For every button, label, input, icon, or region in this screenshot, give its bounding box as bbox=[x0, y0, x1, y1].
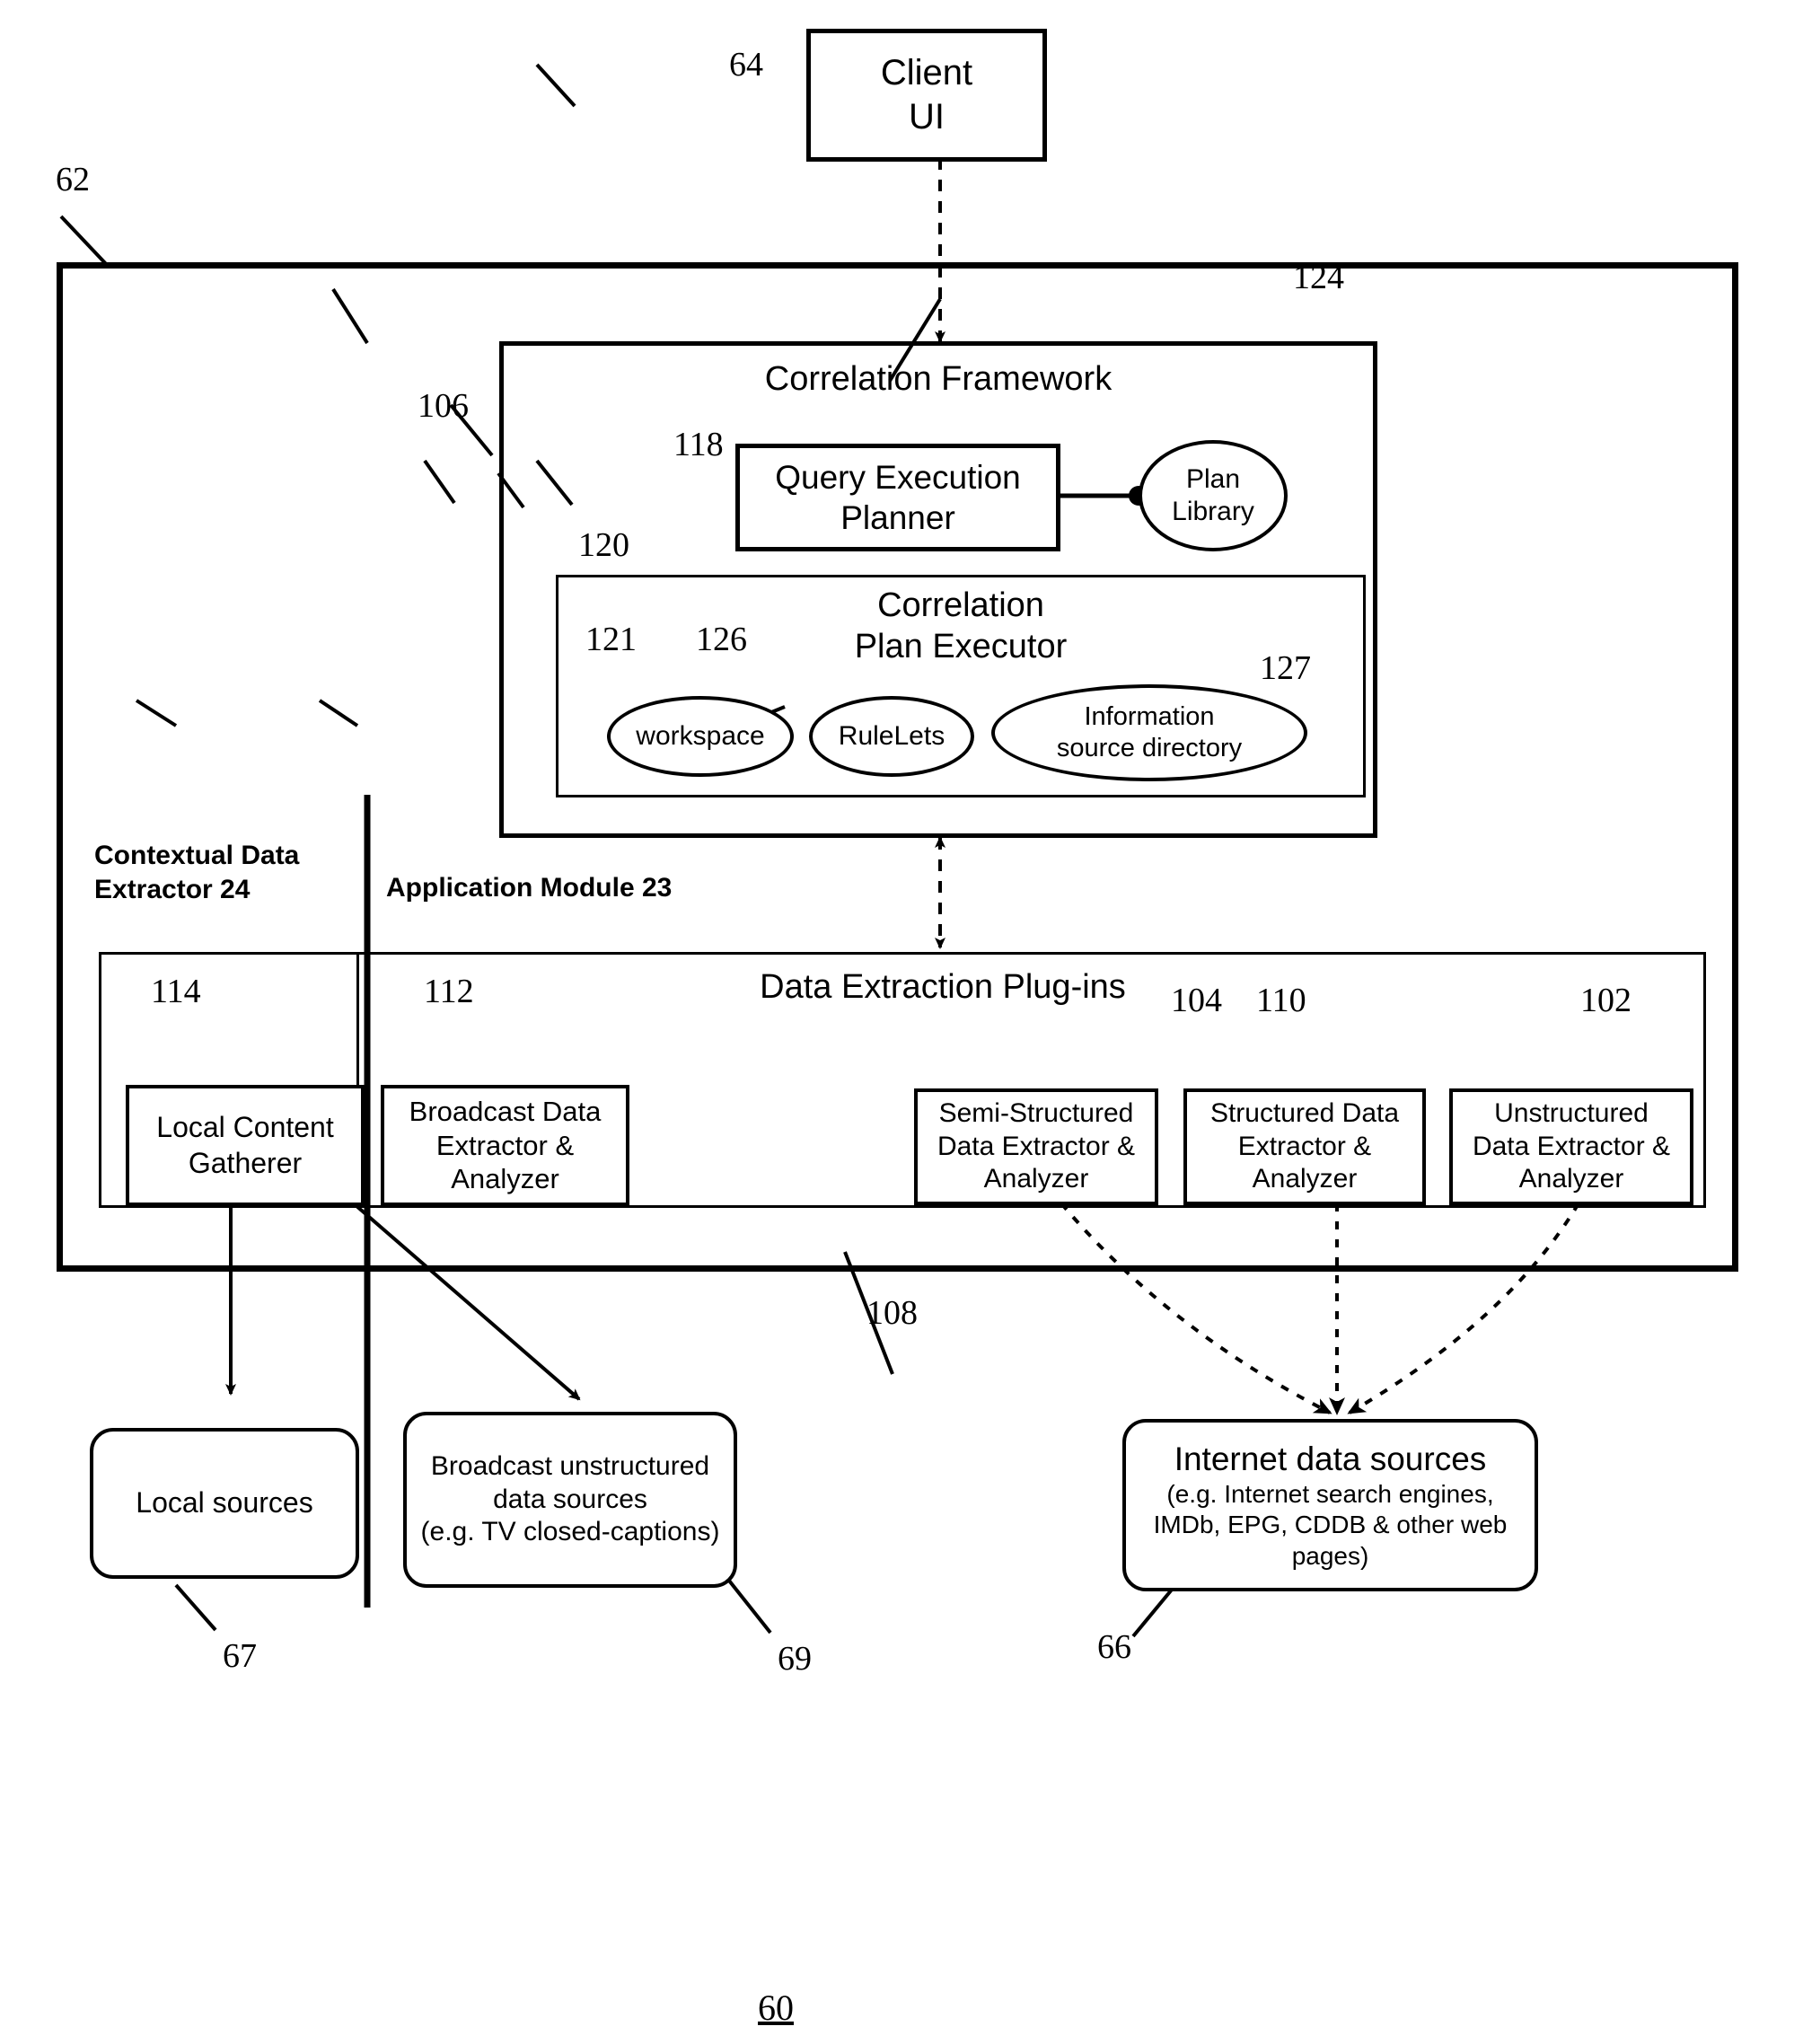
ref-110: 110 bbox=[1256, 982, 1306, 1019]
plan-library-label: Plan Library bbox=[1172, 464, 1254, 526]
contextual-data-extractor-label: Contextual Data Extractor 24 bbox=[94, 841, 300, 904]
ref-102: 102 bbox=[1580, 982, 1631, 1019]
ref-118: 118 bbox=[673, 426, 724, 463]
correlation-framework-title: Correlation Framework bbox=[764, 360, 1113, 398]
ref-120: 120 bbox=[578, 526, 629, 564]
correlation-plan-executor-title: Correlation Plan Executor bbox=[854, 586, 1068, 665]
data-extraction-plugins-title: Data Extraction Plug-ins bbox=[760, 968, 1126, 1006]
workspace-ellipse[interactable]: workspace bbox=[607, 696, 794, 777]
broadcast-sources-line-1: Broadcast unstructured bbox=[430, 1451, 710, 1482]
semi-structured-extractor-label: Semi-Structured Data Extractor & Analyze… bbox=[937, 1098, 1136, 1194]
query-execution-planner-label: Query Execution Planner bbox=[775, 458, 1021, 536]
query-execution-planner-box[interactable]: Query Execution Planner bbox=[735, 444, 1060, 551]
leader-66 bbox=[1131, 1588, 1174, 1638]
ref-62: 62 bbox=[56, 161, 90, 198]
local-sources-box[interactable]: Local sources bbox=[90, 1428, 359, 1579]
ref-67: 67 bbox=[223, 1637, 257, 1675]
ref-121: 121 bbox=[585, 621, 637, 658]
local-content-gatherer-label: Local Content Gatherer bbox=[156, 1111, 334, 1179]
leader-62 bbox=[59, 215, 110, 268]
broadcast-sources-box[interactable]: Broadcast unstructured data sources (e.g… bbox=[403, 1412, 737, 1588]
rulelets-ellipse[interactable]: RuleLets bbox=[809, 696, 974, 777]
internet-sources-line-2: (e.g. Internet search engines, bbox=[1166, 1480, 1494, 1509]
ref-126: 126 bbox=[696, 621, 747, 658]
broadcast-data-extractor-box[interactable]: Broadcast Data Extractor & Analyzer bbox=[381, 1085, 629, 1206]
patent-figure-60: Client UI 64 62 Correlation Framework 10… bbox=[0, 0, 1803, 2044]
broadcast-sources-line-3: (e.g. TV closed-captions) bbox=[420, 1517, 720, 1547]
ref-124: 124 bbox=[1293, 259, 1344, 296]
structured-extractor-box[interactable]: Structured Data Extractor & Analyzer bbox=[1183, 1088, 1426, 1205]
ref-104: 104 bbox=[1171, 982, 1222, 1019]
ref-112: 112 bbox=[424, 973, 474, 1010]
internet-sources-box[interactable]: Internet data sources (e.g. Internet sea… bbox=[1122, 1419, 1538, 1591]
workspace-label: workspace bbox=[636, 721, 765, 751]
semi-structured-extractor-box[interactable]: Semi-Structured Data Extractor & Analyze… bbox=[914, 1088, 1158, 1205]
broadcast-sources-line-2: data sources bbox=[493, 1484, 647, 1514]
client-ui-label: Client UI bbox=[880, 53, 973, 137]
application-module-label: Application Module 23 bbox=[386, 873, 673, 903]
ref-114: 114 bbox=[151, 973, 201, 1010]
leader-64 bbox=[535, 63, 576, 108]
ref-66: 66 bbox=[1097, 1628, 1131, 1666]
plan-library-ellipse[interactable]: Plan Library bbox=[1139, 440, 1288, 551]
internet-sources-line-3: IMDb, EPG, CDDB & other web bbox=[1153, 1511, 1508, 1539]
ref-64: 64 bbox=[729, 46, 763, 84]
client-ui-box[interactable]: Client UI bbox=[806, 29, 1047, 162]
information-source-directory-label: Information source directory bbox=[1056, 702, 1243, 762]
ref-106: 106 bbox=[418, 387, 469, 425]
structured-extractor-label: Structured Data Extractor & Analyzer bbox=[1209, 1098, 1400, 1194]
local-content-gatherer-box[interactable]: Local Content Gatherer bbox=[126, 1085, 365, 1206]
figure-number: 60 bbox=[758, 1987, 794, 2028]
local-sources-label: Local sources bbox=[136, 1486, 313, 1520]
ref-108: 108 bbox=[866, 1294, 918, 1332]
leader-69 bbox=[727, 1579, 772, 1634]
internet-sources-line-4: pages) bbox=[1291, 1541, 1369, 1570]
broadcast-data-extractor-label: Broadcast Data Extractor & Analyzer bbox=[409, 1095, 602, 1195]
ref-127: 127 bbox=[1260, 649, 1311, 687]
leader-67 bbox=[174, 1583, 217, 1632]
unstructured-extractor-box[interactable]: Unstructured Data Extractor & Analyzer bbox=[1449, 1088, 1693, 1205]
unstructured-extractor-label: Unstructured Data Extractor & Analyzer bbox=[1472, 1098, 1671, 1194]
internet-sources-line-1: Internet data sources bbox=[1174, 1440, 1487, 1478]
ref-69: 69 bbox=[778, 1640, 812, 1678]
rulelets-label: RuleLets bbox=[838, 721, 945, 751]
information-source-directory-ellipse[interactable]: Information source directory bbox=[991, 684, 1307, 781]
